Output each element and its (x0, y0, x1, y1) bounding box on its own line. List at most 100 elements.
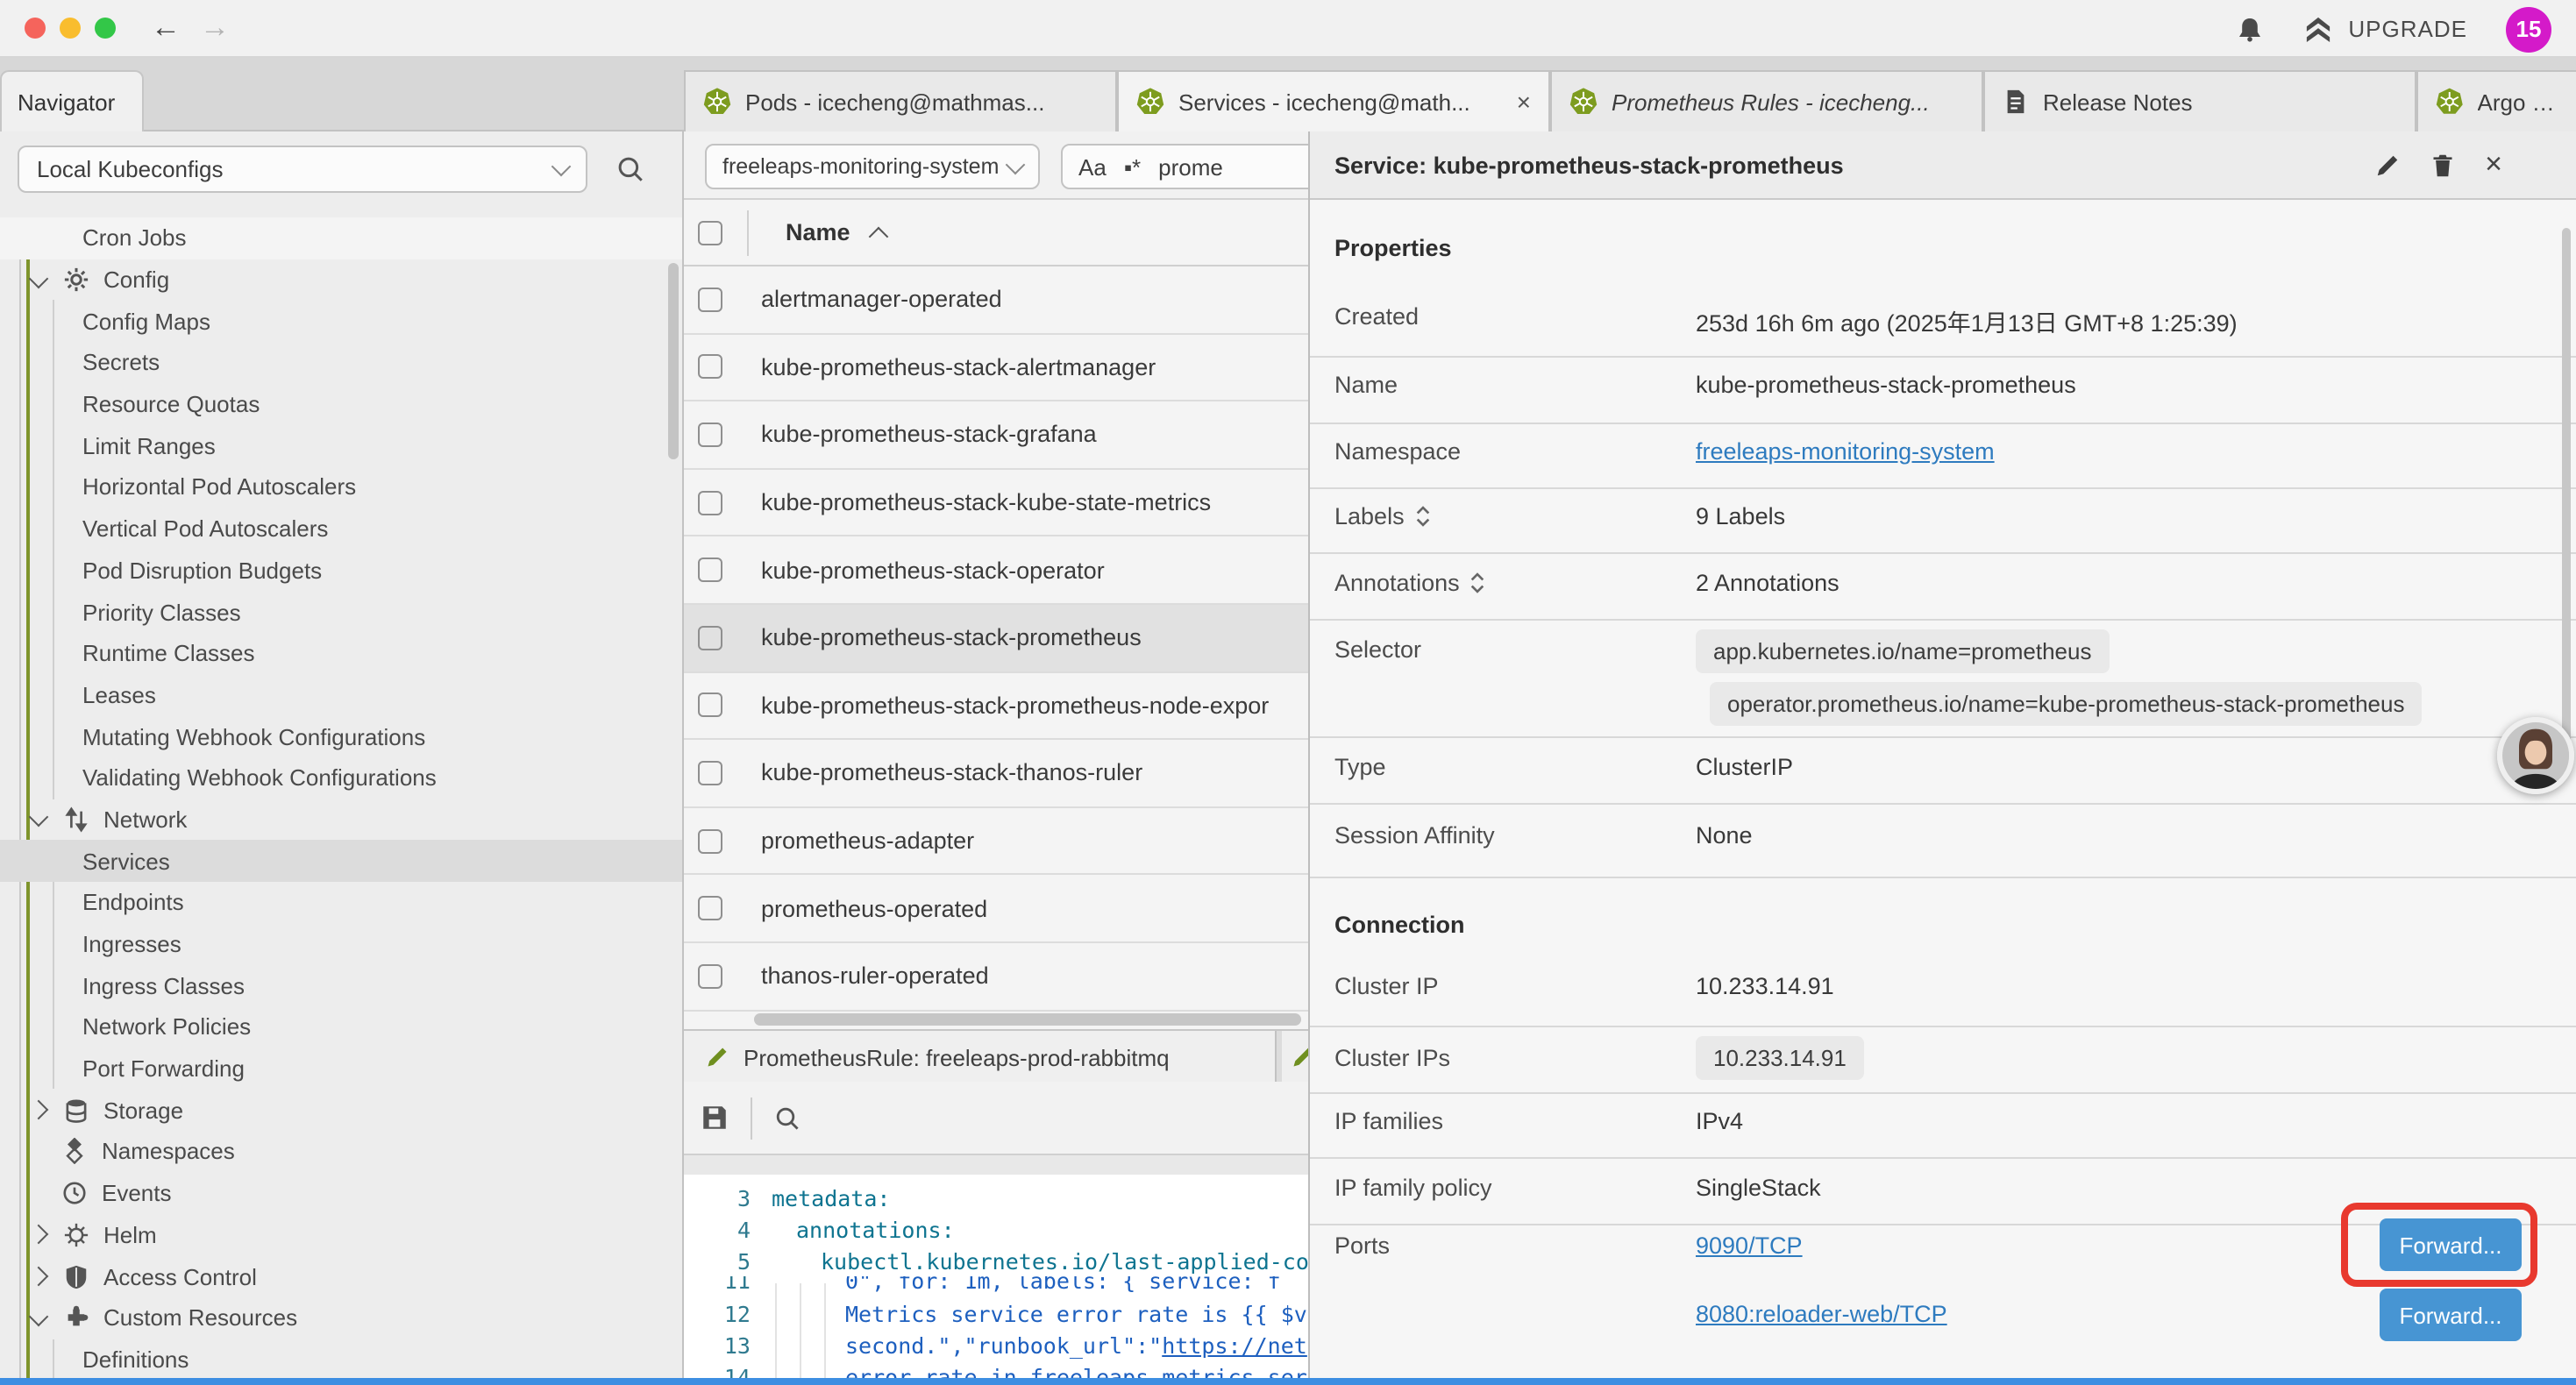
row-checkbox[interactable] (698, 423, 722, 447)
selector-chip[interactable]: operator.prometheus.io/name=kube-prometh… (1710, 682, 2423, 726)
tab-release-notes[interactable]: Release Notes (1983, 70, 2416, 131)
sidebar-item-validating-webhook-configurations[interactable]: Validating Webhook Configurations (0, 757, 682, 799)
sidebar-item-events[interactable]: Events (0, 1173, 682, 1214)
sidebar-item-config-maps[interactable]: Config Maps (0, 301, 682, 342)
sidebar-group-network[interactable]: Network (0, 799, 682, 840)
tab-pods[interactable]: Pods - icecheng@mathmas... (684, 70, 1117, 131)
tab-label: Services - icecheng@math... (1178, 89, 1470, 115)
back-icon[interactable]: ← (151, 9, 181, 47)
table-row[interactable]: alertmanager-operated (684, 266, 1310, 334)
yaml-editor[interactable]: 3metadata: 4annotations: 5kubectl.kubern… (684, 1175, 1310, 1378)
sidebar-scrollbar-thumb[interactable] (668, 263, 679, 459)
sort-updown-icon[interactable] (1415, 505, 1431, 528)
sidebar-item-services[interactable]: Services (0, 841, 682, 882)
table-row[interactable]: kube-prometheus-stack-grafana (684, 401, 1310, 469)
row-checkbox[interactable] (698, 896, 722, 920)
table-row[interactable]: kube-prometheus-stack-operator (684, 537, 1310, 605)
upgrade-button[interactable]: UPGRADE (2302, 16, 2467, 42)
port-link-8080[interactable]: 8080:reloader-web/TCP (1696, 1301, 1947, 1327)
sidebar-item-network-policies[interactable]: Network Policies (0, 1006, 682, 1048)
sidebar-group-custom-resources[interactable]: Custom Resources (0, 1297, 682, 1339)
table-row[interactable]: prometheus-operated (684, 876, 1310, 943)
edit-icon[interactable] (2374, 152, 2401, 178)
select-all-checkbox[interactable] (698, 220, 722, 245)
detail-scrollbar-thumb[interactable] (2562, 228, 2571, 771)
namespace-link[interactable]: freeleaps-monitoring-system (1696, 438, 1995, 465)
match-case-icon[interactable]: Aa (1078, 153, 1107, 180)
row-checkbox[interactable] (698, 355, 722, 380)
save-icon[interactable] (700, 1103, 729, 1133)
sidebar-item-endpoints[interactable]: Endpoints (0, 882, 682, 923)
table-row[interactable]: kube-prometheus-stack-thanos-ruler (684, 740, 1310, 807)
notification-count-badge[interactable]: 15 (2506, 6, 2551, 52)
horizontal-scrollbar-thumb[interactable] (754, 1013, 1301, 1026)
sidebar-item-vertical-pod-autoscalers[interactable]: Vertical Pod Autoscalers (0, 508, 682, 550)
sidebar-item-runtime-classes[interactable]: Runtime Classes (0, 633, 682, 674)
sidebar-item-limit-ranges[interactable]: Limit Ranges (0, 425, 682, 466)
tab-argo[interactable]: Argo Se (2416, 70, 2576, 131)
sidebar-group-helm[interactable]: Helm (0, 1214, 682, 1255)
tab-services[interactable]: Services - icecheng@math... × (1117, 70, 1550, 131)
sidebar-item-ingresses[interactable]: Ingresses (0, 923, 682, 964)
forward-icon[interactable]: → (200, 9, 230, 47)
regex-icon[interactable]: ▪* (1124, 153, 1141, 180)
sidebar-item-port-forwarding[interactable]: Port Forwarding (0, 1048, 682, 1090)
column-header-name[interactable]: Name (786, 219, 850, 245)
table-row[interactable]: prometheus-adapter (684, 808, 1310, 876)
table-row[interactable]: thanos-ruler-operated (684, 943, 1310, 1011)
selector-chip[interactable]: app.kubernetes.io/name=prometheus (1696, 629, 2109, 673)
sort-ascending-icon[interactable] (868, 226, 888, 246)
sidebar-item-secrets[interactable]: Secrets (0, 342, 682, 383)
row-checkbox[interactable] (698, 626, 722, 650)
sidebar-group-access-control[interactable]: Access Control (0, 1255, 682, 1296)
cluster-ips-chip[interactable]: 10.233.14.91 (1696, 1036, 1864, 1080)
search-icon[interactable] (616, 154, 645, 184)
sort-updown-icon[interactable] (1470, 572, 1486, 594)
sidebar-item-leases[interactable]: Leases (0, 674, 682, 715)
sidebar-item-pod-disruption-budgets[interactable]: Pod Disruption Budgets (0, 550, 682, 591)
bell-icon[interactable] (2236, 15, 2264, 43)
row-checkbox[interactable] (698, 288, 722, 312)
avatar[interactable] (2497, 717, 2574, 794)
row-checkbox[interactable] (698, 490, 722, 515)
tab-prometheus-rules[interactable]: Prometheus Rules - icecheng... (1550, 70, 1983, 131)
sidebar-item-horizontal-pod-autoscalers[interactable]: Horizontal Pod Autoscalers (0, 466, 682, 508)
divider (1310, 356, 2576, 358)
traffic-light-minimize[interactable] (60, 18, 81, 39)
table-row[interactable]: kube-prometheus-stack-alertmanager (684, 334, 1310, 401)
close-icon[interactable]: × (2485, 147, 2502, 182)
namespace-filter-dropdown[interactable]: freeleaps-monitoring-system (705, 144, 1040, 189)
sidebar-item-ingress-classes[interactable]: Ingress Classes (0, 965, 682, 1006)
dock-tab-prometheusrule[interactable]: PrometheusRule: freeleaps-prod-rabbitmq (684, 1031, 1277, 1083)
sidebar-item-mutating-webhook-configurations[interactable]: Mutating Webhook Configurations (0, 716, 682, 757)
port-link-9090[interactable]: 9090/TCP (1696, 1232, 1803, 1259)
detail-header: Service: kube-prometheus-stack-prometheu… (1310, 131, 2576, 200)
search-input[interactable]: Aa ▪* prome (1061, 144, 1341, 189)
annotations-value[interactable]: 2 Annotations (1696, 570, 1839, 596)
row-checkbox[interactable] (698, 761, 722, 785)
sidebar-item-priority-classes[interactable]: Priority Classes (0, 591, 682, 632)
traffic-light-maximize[interactable] (95, 18, 116, 39)
sidebar-item-cron-jobs[interactable]: Cron Jobs (0, 217, 682, 259)
delete-icon[interactable] (2430, 152, 2455, 178)
sidebar-item-namespaces[interactable]: Namespaces (0, 1131, 682, 1172)
row-checkbox[interactable] (698, 828, 722, 853)
editor-search-icon[interactable] (773, 1104, 801, 1132)
table-row[interactable]: kube-prometheus-stack-prometheus-node-ex… (684, 672, 1310, 740)
sidebar-item-definitions[interactable]: Definitions (0, 1339, 682, 1378)
row-checkbox[interactable] (698, 963, 722, 988)
forward-button[interactable]: Forward... (2380, 1289, 2522, 1341)
table-row[interactable]: kube-prometheus-stack-kube-state-metrics (684, 470, 1310, 537)
table-row-selected[interactable]: kube-prometheus-stack-prometheus (684, 605, 1310, 672)
tab-navigator[interactable]: Navigator (0, 70, 144, 131)
sidebar-group-config[interactable]: Config (0, 259, 682, 300)
traffic-light-close[interactable] (25, 18, 46, 39)
row-checkbox[interactable] (698, 558, 722, 582)
sidebar-group-storage[interactable]: Storage (0, 1090, 682, 1131)
row-checkbox[interactable] (698, 693, 722, 718)
labels-value[interactable]: 9 Labels (1696, 503, 1785, 529)
close-tab-icon[interactable]: × (1506, 88, 1531, 116)
sidebar-item-resource-quotas[interactable]: Resource Quotas (0, 384, 682, 425)
kubeconfig-selector[interactable]: Local Kubeconfigs (18, 146, 587, 193)
code-link[interactable]: https://net (1162, 1332, 1307, 1358)
